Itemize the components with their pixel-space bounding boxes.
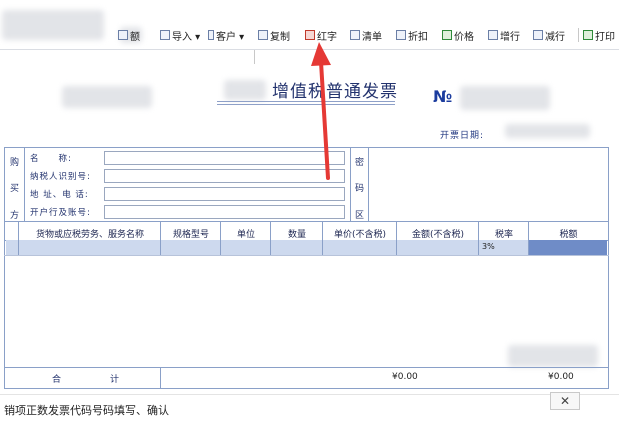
red-letter-icon [305, 30, 315, 40]
divider [350, 147, 351, 222]
toolbar-item-customer[interactable]: 客户 ▾ [208, 26, 244, 44]
toolbar-item-list[interactable]: 清单 [350, 26, 382, 44]
issue-date-label: 开票日期: [440, 131, 485, 141]
buyer-side-label: 方 [10, 211, 20, 221]
column-divider [18, 221, 19, 255]
divider [4, 255, 609, 256]
copy-icon [258, 30, 268, 40]
column-header-tax: 税额 [559, 230, 578, 240]
toolbar-separator [254, 50, 255, 64]
toolbar-item-amount[interactable]: 额 [118, 26, 140, 44]
column-divider [160, 367, 161, 389]
buyer-side-label: 买 [10, 184, 20, 194]
tax-rate-cell[interactable]: 3% [482, 242, 495, 251]
invoice-number-symbol: № [433, 87, 453, 106]
toolbar-separator [578, 28, 579, 42]
toolbar-item-add-row[interactable]: 增行 [488, 26, 520, 44]
column-divider [528, 221, 529, 255]
total-amount: ¥0.00 [392, 372, 418, 382]
column-divider [270, 221, 271, 255]
buyer-bank-input[interactable] [104, 205, 345, 219]
invoice-frame [4, 147, 609, 389]
column-header-rate: 税率 [494, 230, 513, 240]
column-divider [220, 221, 221, 255]
toolbar-label: 减行 [545, 31, 565, 43]
remove-row-icon [533, 30, 543, 40]
print-icon [583, 30, 593, 40]
toolbar-label: 复制 [270, 31, 290, 43]
total-label: 合 [52, 375, 62, 385]
toolbar-label: 导入 ▾ [172, 31, 201, 43]
price-icon [442, 30, 452, 40]
total-tax: ¥0.00 [548, 372, 574, 382]
customer-icon [208, 30, 214, 40]
column-divider [478, 221, 479, 255]
divider [4, 367, 609, 368]
column-header-goods: 货物或应税劳务、服务名称 [35, 230, 144, 240]
toolbar-item-price[interactable]: 价格 [442, 26, 474, 44]
column-header-unit: 单位 [236, 230, 255, 240]
redacted-seller-name [62, 86, 152, 108]
buyer-address-input[interactable] [104, 187, 345, 201]
buyer-bank-label: 开户行及账号: [30, 208, 91, 218]
tax-cell[interactable] [529, 240, 607, 255]
cipher-side-label: 区 [355, 211, 365, 221]
buyer-tax-id-label: 纳税人识别号: [30, 172, 91, 182]
cipher-side-label: 密 [355, 158, 365, 168]
add-row-icon [488, 30, 498, 40]
table-row[interactable] [6, 240, 607, 255]
toolbar-label: 额 [130, 31, 140, 43]
column-divider [396, 221, 397, 255]
buyer-name-label: 名 称: [30, 154, 72, 164]
buyer-tax-id-input[interactable] [104, 169, 345, 183]
status-message: 销项正数发票代码号码填写、确认 [4, 404, 169, 417]
divider [368, 147, 369, 222]
title-underline [217, 101, 395, 102]
invoice-title: 增值税普通发票 [272, 82, 398, 102]
toolbar-item-copy[interactable]: 复制 [258, 26, 290, 44]
toolbar-divider [0, 49, 619, 50]
column-header-spec: 规格型号 [172, 230, 209, 240]
toolbar-label: 红字 [317, 31, 337, 43]
divider [4, 221, 609, 222]
buyer-name-input[interactable] [104, 151, 345, 165]
toolbar-label: 增行 [500, 31, 520, 43]
column-header-qty: 数量 [287, 230, 306, 240]
toolbar-item-print[interactable]: 打印 [583, 26, 615, 44]
buyer-side-label: 购 [10, 158, 20, 168]
toolbar-label: 折扣 [408, 31, 428, 43]
list-icon [350, 30, 360, 40]
column-divider [322, 221, 323, 255]
toolbar-item-import[interactable]: 导入 ▾ [160, 26, 200, 44]
toolbar-label: 打印 [595, 31, 615, 43]
buyer-address-label: 地 址、电 话: [30, 190, 89, 200]
redacted-region [224, 80, 266, 100]
import-icon [160, 30, 170, 40]
column-header-amount: 金额(不含税) [411, 230, 465, 240]
column-divider [160, 221, 161, 255]
toolbar-label: 价格 [454, 31, 474, 43]
discount-icon [396, 30, 406, 40]
toolbar: 额 导入 ▾ 客户 ▾ 复制 红字 清单 折扣 价格 增行 减行 打印 [0, 22, 619, 64]
toolbar-item-discount[interactable]: 折扣 [396, 26, 428, 44]
close-button[interactable]: ✕ [550, 392, 580, 410]
toolbar-label: 客户 ▾ [216, 31, 245, 43]
redacted-invoice-number [460, 86, 550, 110]
cipher-side-label: 码 [355, 184, 365, 194]
toolbar-item-red-letter[interactable]: 红字 [305, 26, 337, 44]
toolbar-label: 清单 [362, 31, 382, 43]
column-header-price: 单价(不含税) [333, 230, 387, 240]
toolbar-item-remove-row[interactable]: 减行 [533, 26, 565, 44]
redacted-issue-date [505, 124, 590, 138]
doc-icon [118, 30, 128, 40]
total-label: 计 [110, 375, 120, 385]
title-underline [217, 104, 395, 105]
divider [24, 147, 25, 222]
